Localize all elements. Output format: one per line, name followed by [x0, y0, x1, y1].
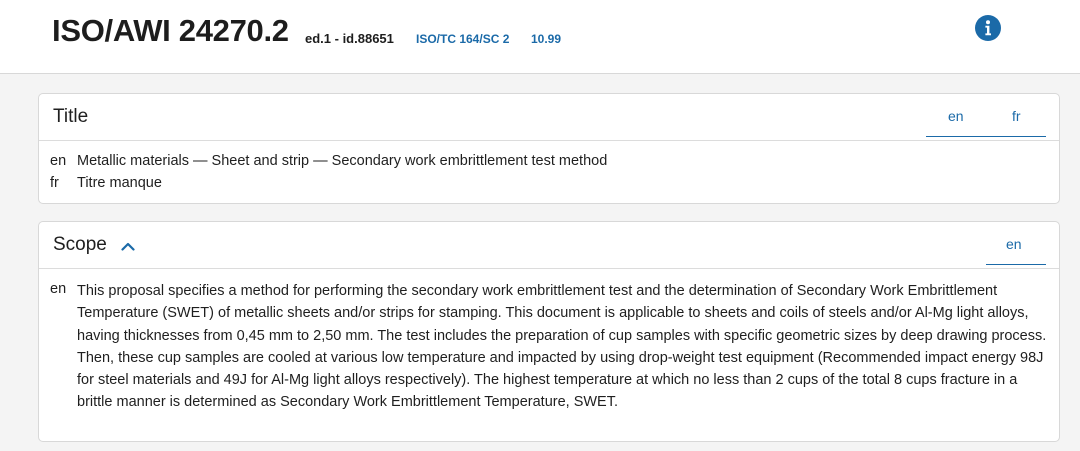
tab-underline: [926, 136, 1046, 137]
tab-en[interactable]: en: [948, 108, 964, 124]
scope-text: This proposal specifies a method for per…: [77, 283, 1047, 411]
language-code: en: [50, 153, 67, 169]
title-card-header: Title en fr: [39, 94, 1059, 141]
scope-language-tabs: en: [986, 236, 1046, 266]
committee-link[interactable]: ISO/TC 164/SC 2: [416, 32, 509, 46]
edition-id: ed.1 - id.88651: [305, 31, 394, 46]
title-text: Metallic materials — Sheet and strip — S…: [77, 153, 608, 169]
page-header: ISO/AWI 24270.2 ed.1 - id.88651 ISO/TC 1…: [0, 0, 1080, 74]
chevron-up-icon[interactable]: [121, 241, 135, 251]
document-reference: ISO/AWI 24270.2: [52, 13, 289, 48]
language-code: fr: [50, 175, 59, 191]
title-card: Title en fr en Metallic materials — Shee…: [38, 93, 1060, 204]
title-heading: Title: [53, 106, 89, 127]
scope-card: Scope en en This proposal specifies a me…: [38, 221, 1060, 442]
scope-card-header: Scope en: [39, 222, 1059, 269]
info-circle-icon[interactable]: [975, 15, 1001, 41]
stage-code-link[interactable]: 10.99: [531, 32, 561, 46]
tab-en[interactable]: en: [1006, 236, 1022, 252]
tab-underline: [986, 264, 1046, 265]
tab-fr[interactable]: fr: [1012, 108, 1021, 124]
scope-heading: Scope: [53, 234, 107, 255]
title-text: Titre manque: [77, 175, 162, 191]
language-code: en: [50, 281, 67, 297]
title-language-tabs: en fr: [926, 108, 1046, 138]
